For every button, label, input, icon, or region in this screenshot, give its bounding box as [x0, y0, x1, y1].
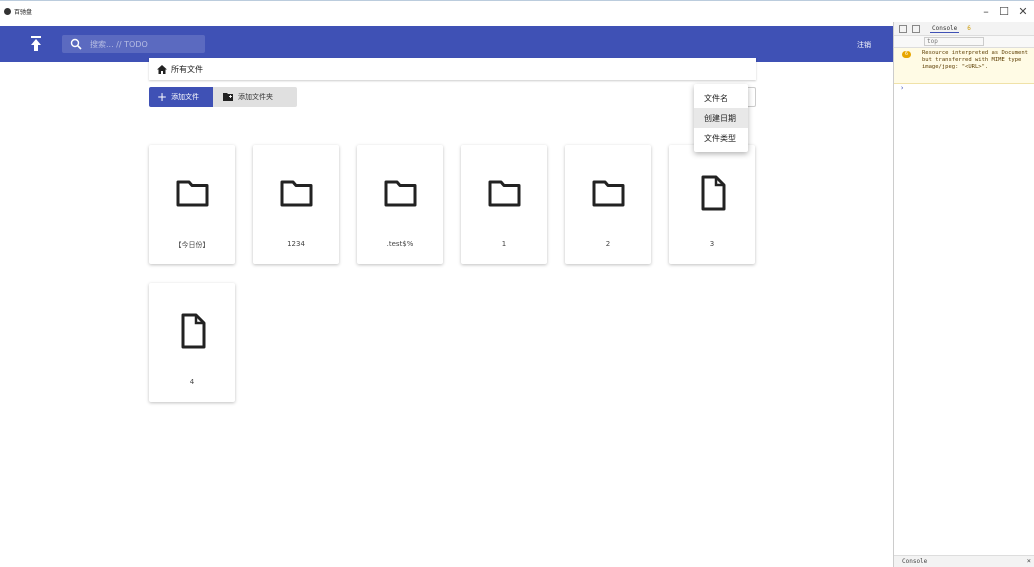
file-name: 3 — [709, 240, 715, 248]
search-input[interactable] — [90, 39, 200, 49]
plus-icon: + — [157, 90, 168, 104]
file-icon — [701, 175, 726, 211]
file-name: 【今日份】 — [174, 241, 210, 249]
drawer-close-icon[interactable]: × — [1027, 557, 1031, 565]
file-card[interactable]: 3 — [669, 145, 755, 264]
console-warning: 6 Resource interpreted as Document but t… — [894, 48, 1034, 84]
sort-menu: 文件名 创建日期 文件类型 — [694, 84, 748, 152]
file-name: .test$% — [386, 240, 414, 248]
file-name: 1234 — [287, 240, 305, 248]
warning-badge: 6 — [902, 51, 912, 58]
console-prompt[interactable]: › — [894, 84, 1034, 92]
file-card[interactable]: 2 — [565, 145, 651, 264]
file-card[interactable]: 1234 — [253, 145, 339, 264]
file-card[interactable]: 【今日份】 — [149, 145, 235, 264]
devtools-panel: Console 6 top 6 Resource interpreted as … — [893, 22, 1034, 567]
file-name: 4 — [189, 378, 195, 386]
home-icon — [157, 64, 167, 74]
folder-icon — [384, 180, 417, 207]
folder-icon — [176, 180, 209, 207]
file-name: 2 — [605, 240, 611, 248]
search-icon — [70, 38, 82, 50]
file-card[interactable]: 1 — [461, 145, 547, 264]
console-message: Resource interpreted as Document but tra… — [922, 50, 1028, 70]
file-card[interactable]: 4 — [149, 283, 235, 402]
app-logo-icon — [4, 8, 11, 15]
device-icon[interactable] — [912, 24, 920, 33]
add-file-label: 添加文件 — [171, 93, 200, 101]
console-drawer: Console × — [894, 555, 1034, 567]
warning-count[interactable]: 6 — [967, 25, 971, 32]
add-file-button[interactable]: + 添加文件 — [149, 87, 213, 107]
sort-by-type[interactable]: 文件类型 — [694, 128, 748, 148]
breadcrumb: 所有文件 — [149, 58, 756, 80]
app-main: 注销 所有文件 + 添加文件 添加文件夹 【今日份】 1234 — [0, 22, 893, 567]
context-select[interactable]: top — [924, 37, 984, 46]
maximize-button[interactable]: ☐ — [994, 5, 1014, 18]
inspect-icon[interactable] — [899, 24, 907, 33]
drawer-tab-console[interactable]: Console — [902, 558, 927, 565]
sort-by-date[interactable]: 创建日期 — [694, 108, 748, 128]
file-icon — [181, 313, 206, 349]
window-titlebar: 百驰盘 – ☐ ✕ — [0, 0, 1034, 22]
folder-add-icon — [223, 93, 233, 101]
file-card[interactable]: .test$% — [357, 145, 443, 264]
app-header: 注销 — [0, 26, 893, 62]
file-name: 1 — [501, 240, 507, 248]
minimize-button[interactable]: – — [976, 5, 996, 18]
logout-button[interactable]: 注销 — [857, 40, 871, 50]
folder-icon — [592, 180, 625, 207]
tab-console[interactable]: Console — [930, 25, 960, 33]
breadcrumb-root[interactable]: 所有文件 — [171, 64, 203, 75]
window-title: 百驰盘 — [14, 9, 33, 16]
folder-icon — [488, 180, 521, 207]
search-box[interactable] — [62, 35, 205, 53]
add-folder-button[interactable]: 添加文件夹 — [213, 87, 297, 107]
close-button[interactable]: ✕ — [1013, 5, 1033, 18]
upload-icon[interactable] — [28, 35, 44, 53]
console-filter-bar: top — [894, 36, 1034, 48]
add-folder-label: 添加文件夹 — [238, 93, 273, 101]
devtools-tabs: Console 6 — [894, 22, 1034, 36]
sort-by-name[interactable]: 文件名 — [694, 88, 748, 108]
folder-icon — [280, 180, 313, 207]
